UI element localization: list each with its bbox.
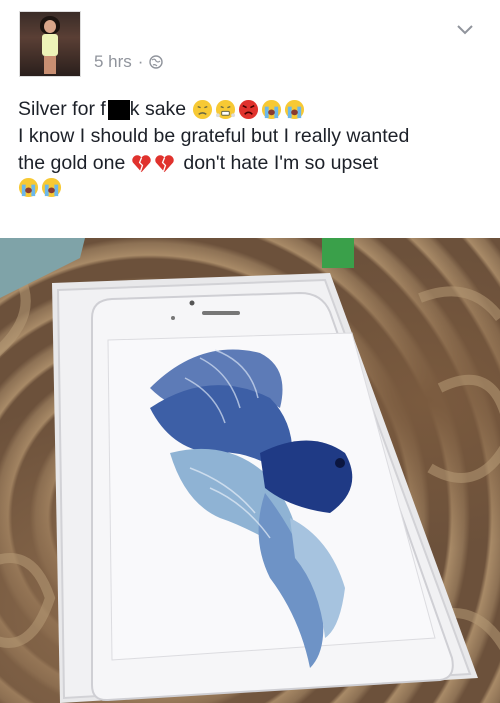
meta-separator: · bbox=[137, 52, 144, 71]
emoji-group bbox=[192, 99, 305, 120]
loudly-crying-face-icon bbox=[285, 99, 305, 120]
triumph-face-icon bbox=[216, 99, 236, 120]
disappointed-face-icon bbox=[193, 99, 213, 120]
post-line3-end: don't hate I'm so upset bbox=[183, 152, 379, 174]
loudly-crying-face-icon bbox=[262, 99, 282, 120]
post-line-1: Silver for f k sake bbox=[18, 96, 488, 123]
post-line1-end: k sake bbox=[129, 98, 187, 120]
emoji-group bbox=[18, 177, 62, 198]
post-meta: 5 hrs · bbox=[94, 52, 164, 72]
broken-heart-group bbox=[131, 153, 175, 174]
censor-bar bbox=[107, 99, 130, 120]
post-line-3: the gold one don't hate I'm so upset bbox=[18, 150, 488, 177]
globe-icon bbox=[149, 55, 164, 69]
loudly-crying-face-icon bbox=[18, 177, 39, 198]
angry-face-icon bbox=[239, 99, 259, 120]
broken-heart-icon bbox=[155, 155, 175, 173]
avatar[interactable] bbox=[19, 11, 81, 77]
post-line3-start: the gold one bbox=[18, 152, 126, 174]
post-header: 5 hrs · bbox=[0, 0, 500, 90]
phone-box-image bbox=[0, 238, 500, 703]
post-line1-start: Silver for f bbox=[18, 98, 106, 120]
post-timestamp[interactable]: 5 hrs bbox=[94, 52, 132, 72]
post-line-2: I know I should be grateful but I really… bbox=[18, 125, 410, 147]
chevron-down-icon[interactable] bbox=[456, 24, 474, 36]
loudly-crying-face-icon bbox=[41, 177, 62, 198]
post-line-4 bbox=[18, 177, 488, 198]
broken-heart-icon bbox=[132, 155, 152, 173]
post-photo[interactable] bbox=[0, 238, 500, 703]
post-message: Silver for f k sake I know I should be g… bbox=[18, 96, 488, 198]
